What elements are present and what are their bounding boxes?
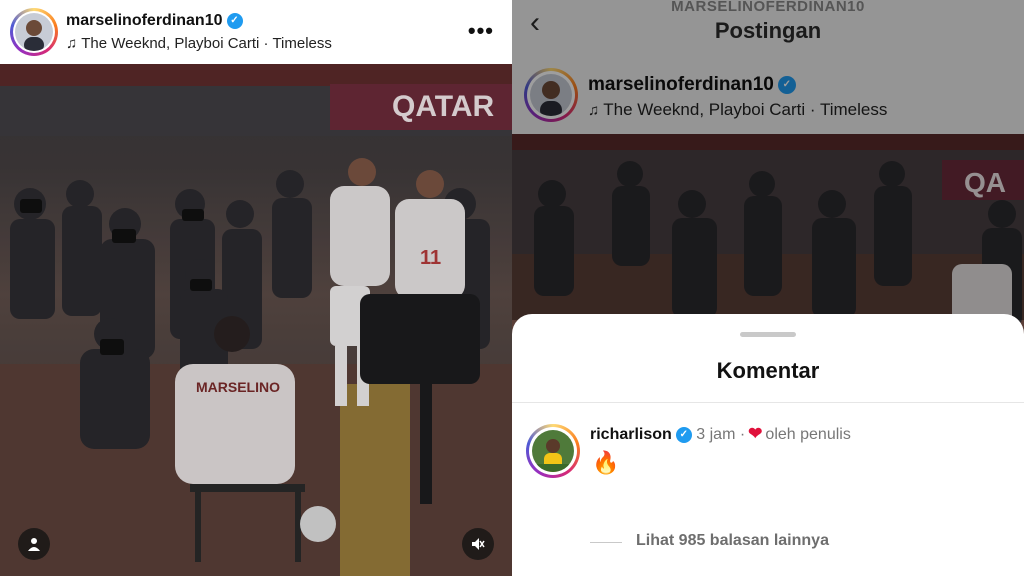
replies-line	[590, 542, 622, 543]
stadium-photo: QATAR 11 MARSELINO	[0, 64, 512, 576]
post-username[interactable]: marselinoferdinan10 ✓	[66, 12, 243, 30]
comment-text: 🔥	[592, 450, 620, 475]
story-ring[interactable]	[10, 8, 58, 56]
post-panel: marselinoferdinan10 ✓ ♫ The Weeknd, Playbo…	[0, 0, 512, 576]
commenter-username[interactable]: richarlison	[590, 426, 672, 443]
username-text[interactable]: marselinoferdinan10	[66, 12, 223, 29]
verified-badge-icon: ✓	[675, 426, 692, 443]
verified-badge-icon: ✓	[226, 12, 243, 29]
music-note-icon: ♫	[66, 35, 78, 52]
mute-icon[interactable]	[462, 528, 494, 560]
modal-backdrop[interactable]	[512, 0, 1024, 320]
post-header: marselinoferdinan10 ✓ ♫ The Weeknd, Playbo…	[0, 0, 512, 64]
comment-time: 3 jam	[696, 426, 736, 443]
more-options-icon[interactable]: •••	[468, 18, 494, 44]
music-text[interactable]: The Weeknd, Playboi Carti · Timeless	[81, 35, 332, 52]
commenter-avatar[interactable]	[532, 430, 574, 472]
comments-panel: ‹ MARSELINOFERDINAN10 Postingan marselin…	[512, 0, 1024, 576]
comments-sheet: Komentar richarlison ✓ 3 jam · ❤ oleh penul…	[512, 314, 1024, 576]
view-replies-link[interactable]: Lihat 985 balasan lainnya	[636, 532, 829, 550]
divider	[512, 402, 1024, 403]
user-tag-icon[interactable]	[18, 528, 50, 560]
sheet-title: Komentar	[716, 358, 820, 383]
liked-by-author-label: oleh penulis	[765, 426, 851, 443]
comment-header: richarlison ✓ 3 jam · ❤ oleh penulis	[590, 424, 851, 443]
commenter-story-ring[interactable]	[526, 424, 580, 478]
music-info[interactable]: ♫ The Weeknd, Playboi Carti · Timeless	[66, 35, 332, 52]
sheet-grabber[interactable]	[740, 332, 796, 337]
heart-icon: ❤	[748, 424, 763, 443]
post-photo[interactable]: QATAR 11 MARSELINO	[0, 64, 512, 576]
avatar[interactable]	[15, 13, 53, 51]
